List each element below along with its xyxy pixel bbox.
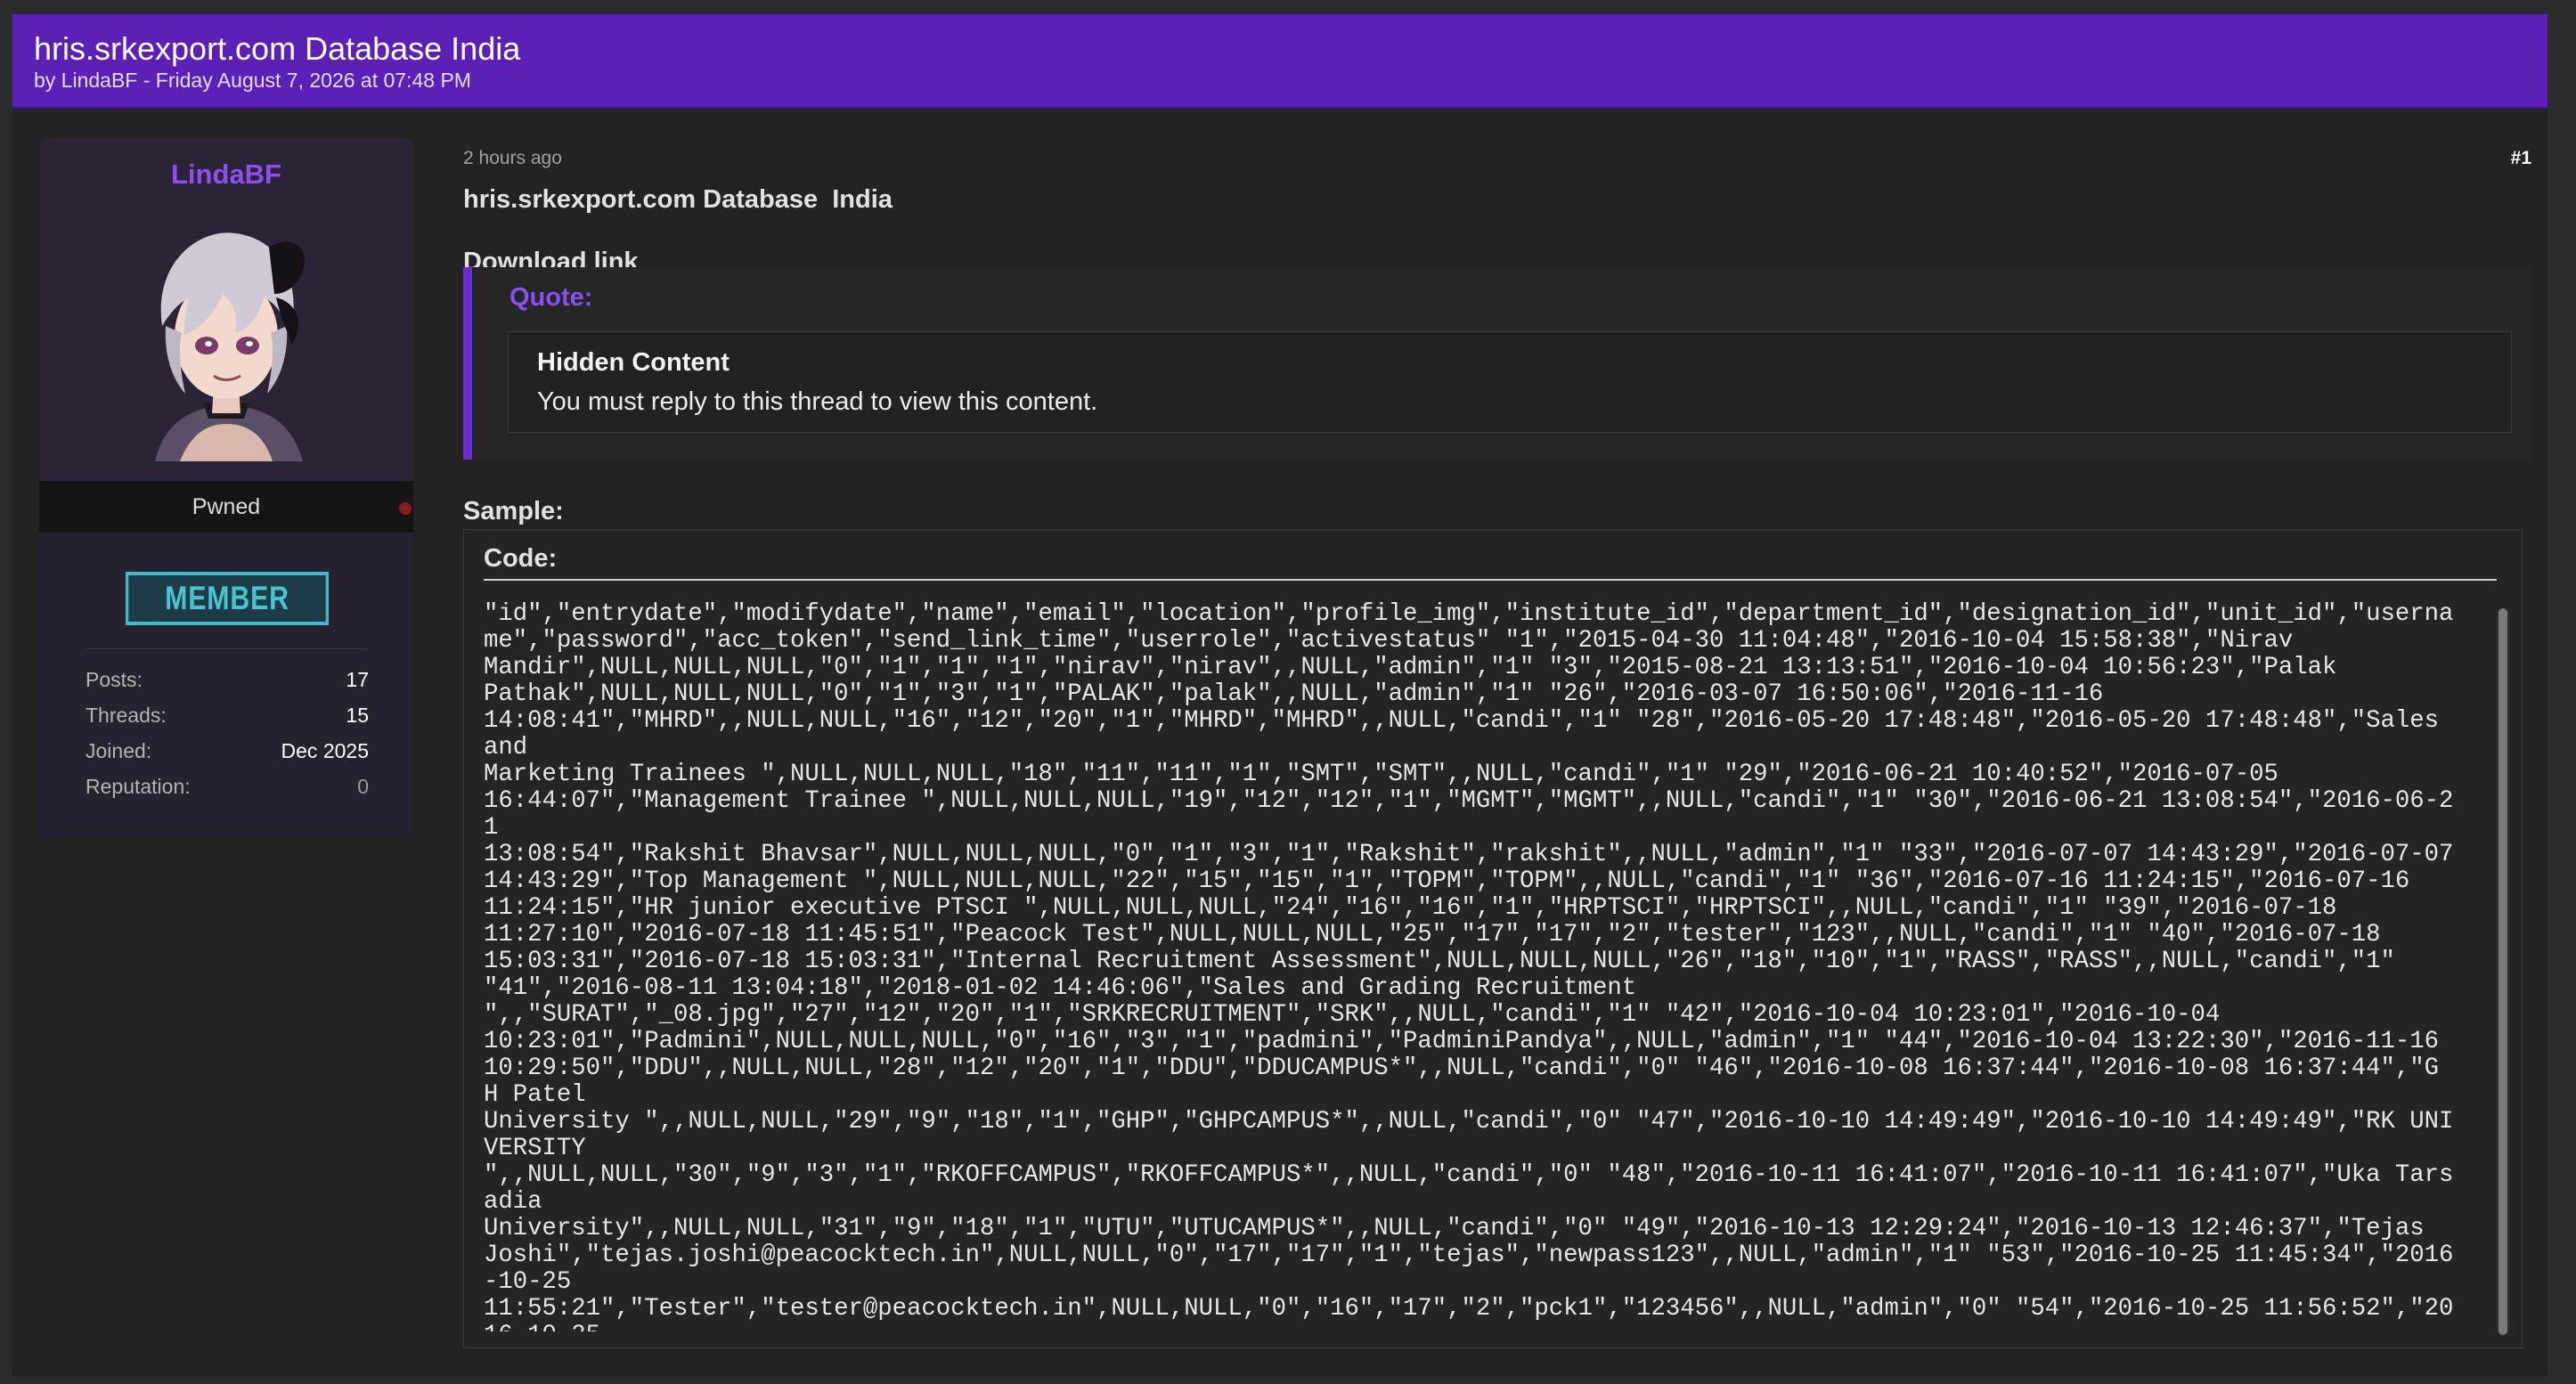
- stat-label: Threads:: [86, 704, 167, 727]
- hidden-content-box: Hidden Content You must reply to this th…: [508, 331, 2512, 433]
- code-content[interactable]: "id","entrydate","modifydate","name","em…: [484, 601, 2463, 1331]
- hidden-content-title: Hidden Content: [537, 348, 730, 377]
- code-label: Code:: [484, 544, 558, 573]
- stat-value[interactable]: 0: [357, 775, 369, 810]
- stat-row-threads: Threads: 15: [86, 704, 369, 739]
- user-card: LindaBF Pwned MEMBER Posts: 17 Threads: …: [39, 137, 413, 839]
- stat-row-joined: Joined: Dec 2025: [86, 739, 369, 775]
- hidden-content-message: You must reply to this thread to view th…: [537, 387, 1098, 416]
- stat-label: Joined:: [86, 739, 152, 762]
- post-time: 2 hours ago: [463, 148, 562, 168]
- status-dot-icon: [399, 502, 412, 515]
- avatar[interactable]: [102, 212, 351, 461]
- stat-value: 17: [346, 668, 369, 691]
- stat-value: 15: [346, 704, 369, 727]
- stat-label: Posts:: [86, 668, 143, 691]
- code-scrollbar[interactable]: [2497, 608, 2509, 1335]
- stat-row-posts: Posts: 17: [86, 668, 369, 704]
- code-block: Code: "id","entrydate","modifydate","nam…: [463, 529, 2523, 1348]
- thread-header: hris.srkexport.com Database India by Lin…: [12, 14, 2547, 109]
- quote-block: Quote: Hidden Content You must reply to …: [463, 267, 2531, 460]
- stat-label: Reputation:: [86, 775, 191, 798]
- stat-value: Dec 2025: [281, 739, 369, 762]
- thread-page: hris.srkexport.com Database India by Lin…: [12, 14, 2547, 1377]
- stats-divider: [86, 648, 367, 649]
- thread-title: hris.srkexport.com Database India: [34, 30, 521, 67]
- code-divider: [484, 579, 2497, 581]
- quote-label: Quote:: [509, 283, 593, 312]
- member-badge: MEMBER: [126, 572, 329, 625]
- stat-row-reputation: Reputation: 0: [86, 775, 369, 810]
- user-card-top: LindaBF: [39, 137, 413, 481]
- username-link[interactable]: LindaBF: [39, 159, 413, 191]
- post-number-link[interactable]: #1: [2511, 148, 2531, 169]
- rank-label: Pwned: [192, 494, 261, 519]
- user-stats: Posts: 17 Threads: 15 Joined: Dec 2025 R…: [86, 668, 369, 810]
- rank-bar: Pwned: [39, 481, 413, 533]
- code-scrollbar-thumb[interactable]: [2499, 608, 2507, 1335]
- sample-label: Sample:: [463, 497, 564, 525]
- post-subject: hris.srkexport.com Database India: [463, 185, 893, 214]
- thread-meta: by LindaBF - Friday August 7, 2026 at 07…: [34, 69, 471, 92]
